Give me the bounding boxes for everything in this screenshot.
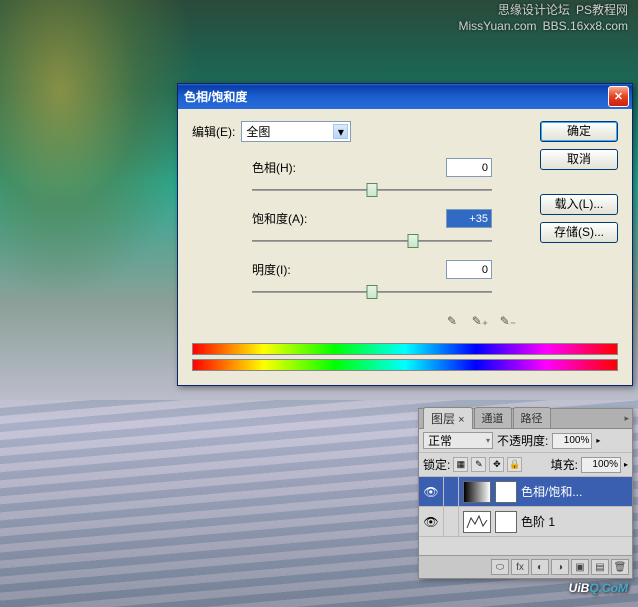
titlebar[interactable]: 色相/饱和度 ✕ <box>178 84 632 109</box>
layer-mask <box>495 511 517 533</box>
fx-icon[interactable]: fx <box>511 559 529 575</box>
layers-panel: 图层 × 通道 路径 ▸ 正常▾ 不透明度: ▸ 锁定: ▦ ✎ ✥ 🔒 填充:… <box>418 408 633 579</box>
panel-menu-icon[interactable]: ▸ <box>624 413 629 424</box>
tab-layers[interactable]: 图层 × <box>423 407 473 429</box>
fill-input[interactable] <box>581 457 621 473</box>
lock-brush-icon[interactable]: ✎ <box>471 457 486 472</box>
layer-name: 色阶 1 <box>521 513 555 530</box>
edit-label: 编辑(E): <box>192 123 235 140</box>
saturation-label: 饱和度(A): <box>252 210 307 227</box>
visibility-icon[interactable]: 👁 <box>423 515 439 529</box>
fill-label: 填充: <box>551 456 578 473</box>
new-layer-icon[interactable]: ▤ <box>591 559 609 575</box>
watermark-top: 思缘设计论坛 PS教程网 MissYuan.com BBS.16xx8.com <box>458 3 628 34</box>
tab-paths[interactable]: 路径 <box>513 407 551 428</box>
hue-slider[interactable] <box>252 181 492 199</box>
link-layers-icon[interactable]: ⬭ <box>491 559 509 575</box>
spectrum-bar-top <box>192 343 618 355</box>
close-button[interactable]: ✕ <box>608 86 629 107</box>
layer-thumbnail <box>463 481 491 503</box>
layer-mask <box>495 481 517 503</box>
eyedropper-minus-icon[interactable]: ✎₋ <box>498 311 518 331</box>
lock-label: 锁定: <box>423 456 450 473</box>
lock-move-icon[interactable]: ✥ <box>489 457 504 472</box>
save-button[interactable]: 存储(S)... <box>540 222 618 243</box>
dialog-title: 色相/饱和度 <box>184 88 608 105</box>
cancel-button[interactable]: 取消 <box>540 149 618 170</box>
eyedropper-plus-icon[interactable]: ✎₊ <box>470 311 490 331</box>
layer-thumbnail <box>463 511 491 533</box>
hue-input[interactable] <box>446 158 492 177</box>
ok-button[interactable]: 确定 <box>540 121 618 142</box>
load-button[interactable]: 载入(L)... <box>540 194 618 215</box>
saturation-input[interactable] <box>446 209 492 228</box>
opacity-input[interactable] <box>552 433 592 449</box>
saturation-slider[interactable] <box>252 232 492 250</box>
layer-row[interactable]: 👁 色相/饱和... <box>419 477 632 507</box>
hue-saturation-dialog: 色相/饱和度 ✕ 编辑(E): 全图 ▾ 色相(H): 饱和度(A): <box>177 83 633 386</box>
lock-all-icon[interactable]: 🔒 <box>507 457 522 472</box>
opacity-label: 不透明度: <box>497 432 548 449</box>
layer-name: 色相/饱和... <box>521 483 582 500</box>
adjustment-icon[interactable]: ◑ <box>551 559 569 575</box>
eyedropper-icon[interactable]: ✎ <box>442 311 462 331</box>
edit-combo[interactable]: 全图 ▾ <box>241 121 351 142</box>
lightness-slider[interactable] <box>252 283 492 301</box>
folder-icon[interactable]: ▣ <box>571 559 589 575</box>
blend-mode-combo[interactable]: 正常▾ <box>423 432 493 449</box>
spectrum-bar-bottom <box>192 359 618 371</box>
chevron-down-icon: ▾ <box>333 124 348 139</box>
lightness-input[interactable] <box>446 260 492 279</box>
hue-label: 色相(H): <box>252 159 296 176</box>
lightness-label: 明度(I): <box>252 261 291 278</box>
watermark-bottom: UiBQ.CoM <box>569 576 628 597</box>
tab-channels[interactable]: 通道 <box>474 407 512 428</box>
trash-icon[interactable]: 🗑 <box>611 559 629 575</box>
lock-transparent-icon[interactable]: ▦ <box>453 457 468 472</box>
mask-icon[interactable]: ◐ <box>531 559 549 575</box>
visibility-icon[interactable]: 👁 <box>423 485 439 499</box>
layer-row[interactable]: 👁 色阶 1 <box>419 507 632 537</box>
